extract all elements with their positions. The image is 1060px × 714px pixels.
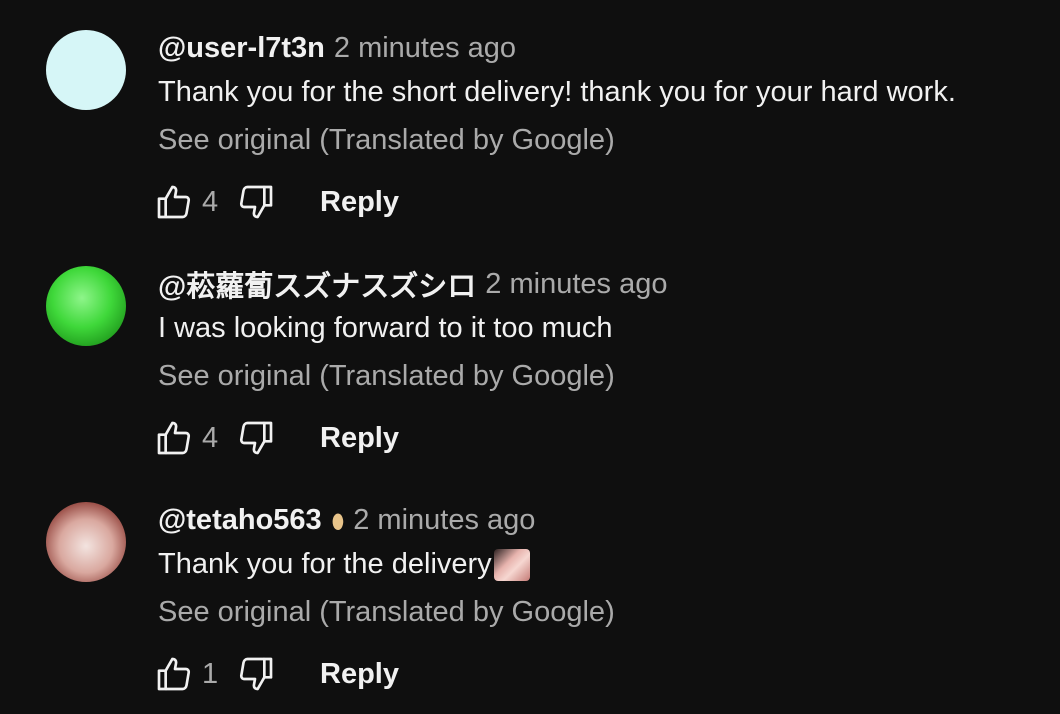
comment-actions: 4 Reply [150, 412, 399, 464]
comment-header: @user-l7t3n 2 minutes ago [158, 30, 516, 66]
comment-timestamp[interactable]: 2 minutes ago [485, 268, 667, 301]
reply-button[interactable]: Reply [320, 422, 399, 455]
thumbs-up-icon [157, 185, 191, 219]
comment-thread-1: @user-l7t3n 2 minutes ago Thank you for … [0, 0, 1060, 236]
comment-text: I was looking forward to it too much [158, 312, 613, 345]
dislike-button[interactable] [232, 414, 280, 462]
like-button[interactable] [150, 178, 198, 226]
dislike-button[interactable] [232, 650, 280, 698]
member-badge-icon: ⬮ [331, 510, 345, 533]
avatar[interactable] [46, 30, 126, 110]
comment-header: @tetaho563 ⬮ 2 minutes ago [158, 502, 535, 538]
author-name[interactable]: @user-l7t3n [158, 32, 325, 65]
comment-timestamp[interactable]: 2 minutes ago [334, 32, 516, 65]
like-count: 1 [202, 657, 219, 690]
thumbs-up-icon [157, 421, 191, 455]
comment-text: Thank you for the delivery [158, 548, 530, 581]
author-name[interactable]: @菘蘿蔔スズナスズシロ [158, 263, 476, 305]
avatar[interactable] [46, 502, 126, 582]
comment-thread-2: @菘蘿蔔スズナスズシロ 2 minutes ago I was looking … [0, 236, 1060, 472]
comment-body: Thank you for the short delivery! thank … [158, 76, 956, 108]
avatar[interactable] [46, 266, 126, 346]
see-original-link[interactable]: See original (Translated by Google) [158, 360, 615, 393]
like-count: 4 [202, 185, 219, 218]
comment-text: Thank you for the short delivery! thank … [158, 76, 956, 109]
like-count: 4 [202, 421, 219, 454]
thumbs-up-icon [157, 657, 191, 691]
custom-emoji-icon [493, 548, 530, 581]
thumbs-down-icon [239, 185, 273, 219]
like-button[interactable] [150, 414, 198, 462]
comment-body: I was looking forward to it too much [158, 312, 613, 344]
comment-thread-3: @tetaho563 ⬮ 2 minutes ago Thank you for… [0, 472, 1060, 708]
like-button[interactable] [150, 650, 198, 698]
thumbs-down-icon [239, 657, 273, 691]
comment-timestamp[interactable]: 2 minutes ago [353, 504, 535, 537]
comment-header: @菘蘿蔔スズナスズシロ 2 minutes ago [158, 263, 667, 305]
comment-actions: 1 Reply [150, 648, 399, 700]
thumbs-down-icon [239, 421, 273, 455]
see-original-link[interactable]: See original (Translated by Google) [158, 124, 615, 157]
comment-actions: 4 Reply [150, 176, 399, 228]
reply-button[interactable]: Reply [320, 658, 399, 691]
see-original-link[interactable]: See original (Translated by Google) [158, 596, 615, 629]
dislike-button[interactable] [232, 178, 280, 226]
author-name[interactable]: @tetaho563 [158, 504, 322, 537]
comment-body: Thank you for the delivery [158, 548, 492, 580]
reply-button[interactable]: Reply [320, 186, 399, 219]
